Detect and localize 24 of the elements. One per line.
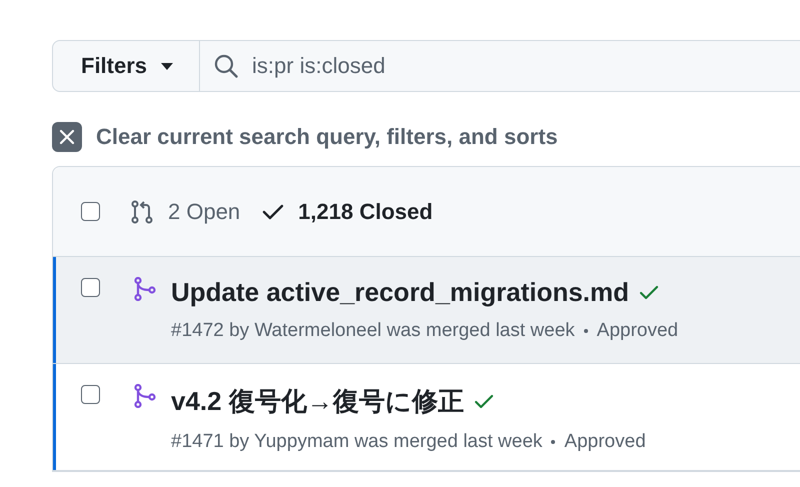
select-all-checkbox[interactable] <box>81 202 100 221</box>
row-checkbox[interactable] <box>81 385 100 404</box>
pull-request-meta: #1472 by Watermeloneel was merged last week <box>171 320 575 342</box>
clear-query-link[interactable]: Clear current search query, filters, and sorts <box>96 124 558 150</box>
pull-request-meta: #1471 by Yuppymam was merged last week <box>171 431 542 453</box>
state-tab[interactable]: 1,218 Closed <box>262 198 433 224</box>
merged-icon <box>134 384 156 408</box>
row-checkbox[interactable] <box>81 278 100 297</box>
pull-request-title[interactable]: Update active_record_migrations.md <box>171 277 630 308</box>
pull-request-row[interactable]: v4.2 復号化→復号に修正 #1471 by Yuppymam was merged last week Approved <box>53 364 800 471</box>
review-status: Approved <box>596 320 678 342</box>
close-icon <box>59 129 75 145</box>
merged-icon <box>134 277 156 301</box>
pull-request-title[interactable]: v4.2 復号化→復号に修正 <box>171 384 464 419</box>
pull-request-row[interactable]: Update active_record_migrations.md #1472 by Watermeloneel was merged last week Approved <box>53 257 800 364</box>
separator-dot <box>551 440 556 444</box>
check-icon <box>262 202 284 220</box>
caret-icon <box>161 62 174 70</box>
clear-button[interactable] <box>52 122 82 152</box>
state-tab[interactable]: 2 Open <box>130 198 240 224</box>
pull-request-icon <box>130 200 154 224</box>
review-status: Approved <box>564 431 646 453</box>
search-icon <box>214 54 238 78</box>
separator-dot <box>584 329 588 333</box>
